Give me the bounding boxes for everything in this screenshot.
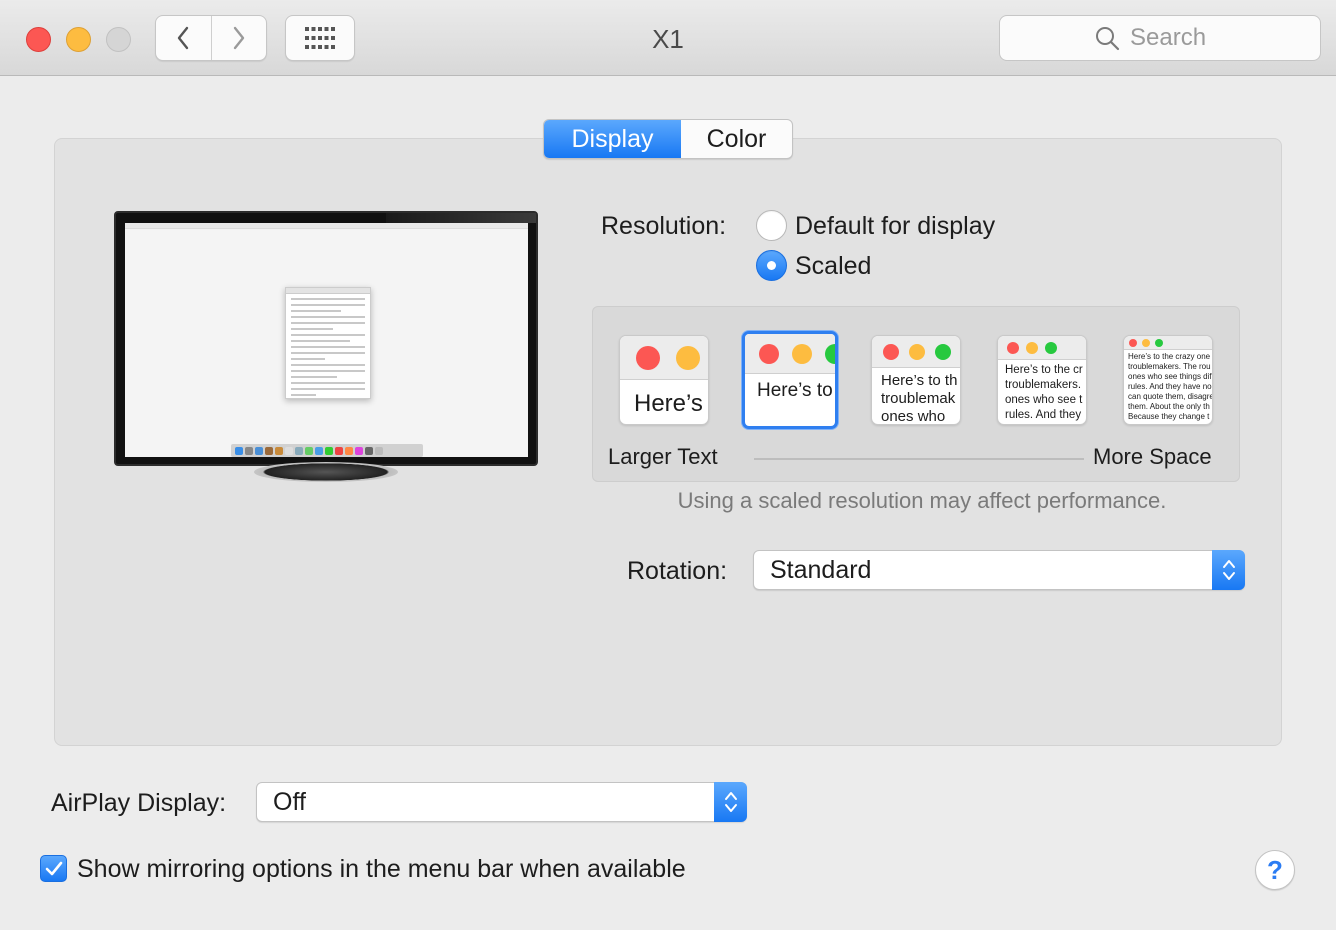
title-bar: X1 [0,0,1336,76]
scale-option-4[interactable]: Here’s to the cr troublemakers. ones who… [997,335,1087,425]
search-icon [1096,27,1120,51]
scale-option-2[interactable]: Here’s to troublem [742,331,838,429]
preview-menubar [125,223,528,229]
back-button[interactable] [156,16,211,60]
rotation-label: Rotation: [627,557,728,585]
radio-default-for-display[interactable] [756,210,787,241]
display-preview-screen [125,223,528,457]
help-button[interactable]: ? [1255,850,1295,890]
mirroring-checkbox[interactable] [40,855,67,882]
zoom-button [106,27,131,52]
chevron-right-icon [233,26,244,50]
scale-option-3[interactable]: Here’s to th troublemak ones who [871,335,961,425]
mirroring-label[interactable]: Show mirroring options in the menu bar w… [77,855,686,884]
radio-default-for-display-label[interactable]: Default for display [795,212,995,241]
performance-note: Using a scaled resolution may affect per… [677,488,1167,513]
airplay-label: AirPlay Display: [51,789,227,817]
chevron-left-icon [178,26,189,50]
preview-dock [231,444,423,457]
scale-option-3-text: Here’s to th troublemak ones who [881,372,958,424]
rotation-value: Standard [770,556,872,584]
stepper-icon [724,792,737,812]
radio-scaled[interactable] [756,250,787,281]
search-input[interactable] [1130,24,1226,52]
forward-button[interactable] [210,16,267,60]
nav-buttons [155,15,267,61]
resolution-label: Resolution: [601,212,727,240]
scale-option-5[interactable]: Here’s to the crazy one troublemakers. T… [1123,335,1213,425]
scale-option-5-text: Here’s to the crazy one troublemakers. T… [1128,352,1213,421]
scale-option-1[interactable]: Here’s [619,335,709,425]
grid-icon [305,27,335,49]
show-all-button[interactable] [285,15,355,61]
airplay-value: Off [273,788,306,816]
minimize-button[interactable] [66,27,91,52]
more-space-label: More Space [1093,444,1212,469]
airplay-stepper-icon [714,782,747,822]
monitor-glare [386,213,536,223]
checkmark-icon [45,861,62,875]
scale-option-1-text: Here’s [634,390,703,417]
tab-display[interactable]: Display [544,120,681,158]
close-button[interactable] [26,27,51,52]
tab-color[interactable]: Color [681,120,792,158]
rotation-stepper-icon [1212,550,1245,590]
segmented-tabs: Display Color [543,119,793,159]
scale-slider-track [754,458,1084,460]
rotation-select[interactable]: Standard [753,550,1245,590]
scale-option-4-text: Here’s to the cr troublemakers. ones who… [1005,364,1083,421]
preview-document [285,287,371,399]
search-field[interactable] [999,15,1321,61]
window-title: X1 [652,24,684,54]
airplay-select[interactable]: Off [256,782,747,822]
stepper-icon [1222,560,1235,580]
larger-text-label: Larger Text [608,444,718,469]
monitor-stand [254,462,398,482]
display-preview [114,211,538,466]
scale-option-2-text: Here’s to troublem [757,380,835,401]
radio-scaled-label[interactable]: Scaled [795,252,871,281]
